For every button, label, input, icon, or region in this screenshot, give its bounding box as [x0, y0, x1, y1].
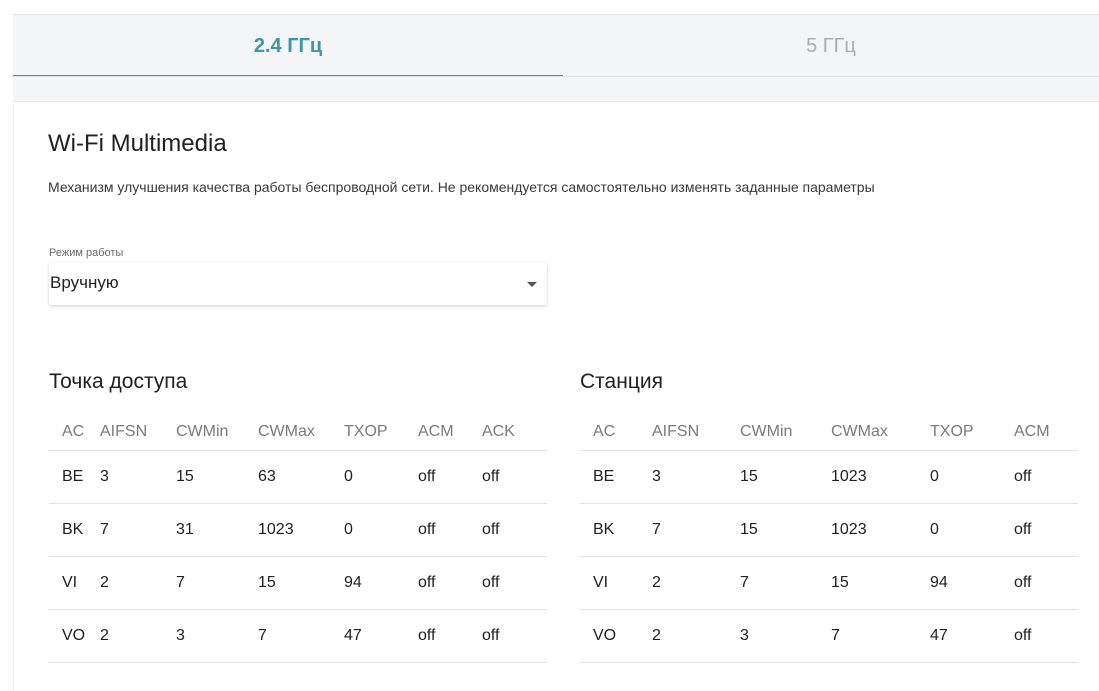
cell-cwmin: 7: [740, 556, 831, 610]
section-title: Wi-Fi Multimedia: [48, 130, 227, 157]
cell-aifsn: 2: [652, 556, 740, 610]
station-title: Станция: [580, 370, 663, 393]
column-header-txop: TXOP: [344, 414, 418, 451]
table-row[interactable]: BE 3 15 63 0 off off: [49, 450, 547, 504]
cell-aifsn: 2: [652, 609, 740, 663]
cell-ac: VO: [580, 609, 652, 663]
cell-cwmin: 15: [740, 503, 831, 557]
column-header-aifsn: AIFSN: [100, 414, 176, 451]
mode-select[interactable]: Вручную: [49, 263, 547, 305]
mode-label: Режим работы: [49, 247, 124, 259]
cell-acm: off: [1014, 609, 1078, 663]
cell-acm: off: [1014, 503, 1078, 557]
cell-cwmin: 15: [740, 450, 831, 504]
cell-ack: off: [482, 609, 547, 663]
cell-txop: 0: [930, 503, 1014, 557]
cell-ac: BK: [49, 503, 100, 557]
cell-cwmin: 3: [176, 609, 258, 663]
cell-cwmin: 3: [740, 609, 831, 663]
column-header-cwmax: CWMax: [831, 414, 930, 451]
cell-txop: 0: [930, 450, 1014, 504]
cell-aifsn: 7: [652, 503, 740, 557]
table-row[interactable]: VI 2 7 15 94 off off: [49, 556, 547, 610]
cell-acm: off: [418, 556, 482, 610]
tab-5-ghz[interactable]: 5 ГГц: [563, 15, 1099, 77]
access-point-table: AC AIFSN CWMin CWMax TXOP ACM ACK BE 3 1…: [49, 414, 547, 663]
tab-2-4-ghz[interactable]: 2.4 ГГц: [13, 15, 563, 78]
cell-acm: off: [418, 450, 482, 504]
wmm-card: Wi-Fi Multimedia Механизм улучшения каче…: [13, 101, 1099, 691]
cell-txop: 94: [930, 556, 1014, 610]
cell-txop: 47: [930, 609, 1014, 663]
column-header-ac: AC: [49, 414, 100, 451]
section-description: Механизм улучшения качества работы беспр…: [48, 179, 875, 195]
table-row[interactable]: VI 2 7 15 94 off: [580, 556, 1078, 610]
cell-txop: 47: [344, 609, 418, 663]
cell-ac: VI: [580, 556, 652, 610]
tab-5-ghz-label: 5 ГГц: [806, 34, 856, 57]
column-header-ac: AC: [580, 414, 652, 451]
table-row[interactable]: BK 7 15 1023 0 off: [580, 503, 1078, 557]
table-row[interactable]: VO 2 3 7 47 off: [580, 609, 1078, 663]
column-header-ack: ACK: [482, 414, 547, 451]
cell-cwmin: 7: [176, 556, 258, 610]
cell-cwmax: 7: [258, 609, 344, 663]
access-point-title: Точка доступа: [49, 370, 188, 393]
cell-cwmin: 31: [176, 503, 258, 557]
column-header-cwmax: CWMax: [258, 414, 344, 451]
cell-cwmax: 15: [831, 556, 930, 610]
cell-ack: off: [482, 556, 547, 610]
cell-acm: off: [1014, 450, 1078, 504]
cell-aifsn: 3: [100, 450, 176, 504]
column-header-acm: ACM: [418, 414, 482, 451]
tab-2-4-ghz-label: 2.4 ГГц: [253, 34, 323, 57]
column-header-cwmin: CWMin: [740, 414, 831, 451]
cell-cwmax: 63: [258, 450, 344, 504]
column-header-txop: TXOP: [930, 414, 1014, 451]
cell-ac: VI: [49, 556, 100, 610]
cell-acm: off: [418, 609, 482, 663]
cell-ack: off: [482, 503, 547, 557]
cell-cwmin: 15: [176, 450, 258, 504]
cell-ack: off: [482, 450, 547, 504]
cell-acm: off: [1014, 556, 1078, 610]
cell-cwmax: 7: [831, 609, 930, 663]
cell-ac: BK: [580, 503, 652, 557]
cell-aifsn: 3: [652, 450, 740, 504]
cell-txop: 0: [344, 450, 418, 504]
dropdown-arrow-icon: [527, 282, 537, 287]
cell-ac: BE: [580, 450, 652, 504]
wifi-settings-page: 2.4 ГГц 5 ГГц Wi-Fi Multimedia Механизм …: [0, 0, 1099, 691]
cell-ac: VO: [49, 609, 100, 663]
station-table: AC AIFSN CWMin CWMax TXOP ACM BE 3 15 10…: [580, 414, 1078, 663]
cell-ac: BE: [49, 450, 100, 504]
mode-select-value: Вручную: [50, 273, 119, 292]
cell-cwmax: 1023: [831, 450, 930, 504]
band-tabs: 2.4 ГГц 5 ГГц: [13, 14, 1099, 78]
content-spacer: [13, 77, 1099, 101]
table-header-row: AC AIFSN CWMin CWMax TXOP ACM ACK: [49, 414, 547, 451]
cell-aifsn: 7: [100, 503, 176, 557]
column-header-acm: ACM: [1014, 414, 1078, 451]
table-row[interactable]: BE 3 15 1023 0 off: [580, 450, 1078, 504]
column-header-aifsn: AIFSN: [652, 414, 740, 451]
table-row[interactable]: BK 7 31 1023 0 off off: [49, 503, 547, 557]
table-header-row: AC AIFSN CWMin CWMax TXOP ACM: [580, 414, 1078, 451]
cell-txop: 0: [344, 503, 418, 557]
cell-cwmax: 1023: [258, 503, 344, 557]
cell-aifsn: 2: [100, 556, 176, 610]
table-row[interactable]: VO 2 3 7 47 off off: [49, 609, 547, 663]
cell-cwmax: 1023: [831, 503, 930, 557]
cell-cwmax: 15: [258, 556, 344, 610]
cell-txop: 94: [344, 556, 418, 610]
column-header-cwmin: CWMin: [176, 414, 258, 451]
cell-acm: off: [418, 503, 482, 557]
cell-aifsn: 2: [100, 609, 176, 663]
